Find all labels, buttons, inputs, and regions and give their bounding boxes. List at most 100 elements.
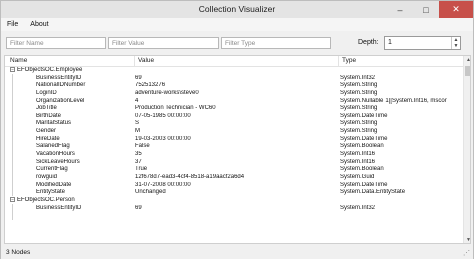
table-row[interactable]: BirthDate 07-05-1985 00:00:00 System.DateT… xyxy=(5,113,464,121)
cell-value: 37 xyxy=(135,158,142,165)
cell-type: System.Nullable`1[[System.Int16, mscor xyxy=(340,97,447,104)
cell-value: adventure-works\steve0 xyxy=(135,89,199,96)
maximize-button[interactable]: □ xyxy=(413,1,439,18)
cell-type: System.DateTime xyxy=(340,135,388,142)
cell-name: MaritalStatus xyxy=(36,120,72,127)
name-cell: VacationHours xyxy=(5,151,133,159)
cell-name: BirthDate xyxy=(36,112,62,119)
name-cell: NationalIDNumber xyxy=(5,82,133,90)
collection-grid: Name Value Type − EFObjectsOC.Employee Bus… xyxy=(4,55,471,244)
cell-value: 69 xyxy=(135,74,142,81)
table-row[interactable]: ModifiedDate 31-07-2008 00:00:00 System.Da… xyxy=(5,182,464,190)
tree-group-row[interactable]: − EFObjectsOC.Employee xyxy=(5,67,464,75)
name-cell: − EFObjectsOC.Employee xyxy=(5,67,133,75)
cell-value: 12f678d7-ead3-4cf4-8518-a19aacf2a6d4 xyxy=(135,173,245,180)
name-cell: SalariedFlag xyxy=(5,143,133,151)
cell-name: BusinessEntityID xyxy=(36,204,82,211)
cell-name: SalariedFlag xyxy=(36,143,70,150)
menu-about[interactable]: About xyxy=(24,18,54,31)
cell-type: System.Int32 xyxy=(340,74,376,81)
minimize-button[interactable]: – xyxy=(387,1,413,18)
cell-type: System.String xyxy=(340,105,378,112)
cell-type: System.String xyxy=(340,82,378,89)
scroll-up-icon[interactable]: ▲ xyxy=(464,56,470,65)
table-row[interactable]: MaritalStatus S System.String xyxy=(5,120,464,128)
cell-value: 4 xyxy=(135,97,139,104)
name-cell: BusinessEntityID xyxy=(5,75,133,83)
table-row[interactable]: BusinessEntityID 69 System.Int32 xyxy=(5,75,464,83)
table-row[interactable]: EntityState Unchanged System.Data.EntitySt… xyxy=(5,189,464,197)
cell-type: System.Int16 xyxy=(340,158,376,165)
table-row[interactable]: JobTitle Production Technician - WC60 Syst… xyxy=(5,105,464,113)
filter-type-input[interactable] xyxy=(221,37,331,49)
menu-bar: File About xyxy=(1,18,473,31)
table-row[interactable]: CurrentFlag True System.Boolean xyxy=(5,166,464,174)
cell-value: M xyxy=(135,128,140,135)
cell-value: Production Technician - WC60 xyxy=(135,105,216,112)
column-divider[interactable] xyxy=(338,56,339,67)
vertical-scrollbar[interactable]: ▲ ▼ xyxy=(463,56,470,243)
collapse-toggle-icon[interactable]: − xyxy=(10,196,15,202)
cell-name: rowguid xyxy=(36,173,58,180)
resize-grip-icon[interactable]: ⋰ xyxy=(463,249,470,257)
header-value[interactable]: Value xyxy=(138,57,154,64)
cell-value: S xyxy=(135,120,140,127)
cell-name: NationalIDNumber xyxy=(36,82,86,89)
filter-name-input[interactable] xyxy=(6,37,106,49)
header-name[interactable]: Name xyxy=(10,57,27,64)
cell-type: System.Boolean xyxy=(340,143,384,150)
name-cell: JobTitle xyxy=(5,105,133,113)
cell-name: Gender xyxy=(36,128,57,135)
cell-type: System.DateTime xyxy=(340,112,388,119)
scroll-thumb[interactable] xyxy=(465,66,470,76)
cell-name: EFObjectsOC.Employee xyxy=(17,67,83,74)
table-row[interactable]: OrganizationLevel 4 System.Nullable`1[[Sys… xyxy=(5,98,464,106)
table-row[interactable]: LoginID adventure-works\steve0 System.Stri… xyxy=(5,90,464,98)
cell-name: BusinessEntityID xyxy=(36,74,82,81)
table-row[interactable]: Gender M System.String xyxy=(5,128,464,136)
filter-value-input[interactable] xyxy=(108,37,219,49)
table-row[interactable]: VacationHours 35 System.Int16 xyxy=(5,151,464,159)
table-row[interactable]: NationalIDNumber 752513276 System.String xyxy=(5,82,464,90)
table-row[interactable]: HireDate 19-03-2003 00:00:00 System.DateTi… xyxy=(5,136,464,144)
title-bar[interactable]: Collection Visualizer – □ ✕ xyxy=(1,1,473,18)
table-row[interactable]: SalariedFlag False System.Boolean xyxy=(5,143,464,151)
name-cell: BirthDate xyxy=(5,113,133,121)
table-row[interactable]: SickLeaveHours 37 System.Int16 xyxy=(5,159,464,167)
column-divider[interactable] xyxy=(134,56,135,67)
cell-type: System.Guid xyxy=(340,173,375,180)
cell-value: 752513276 xyxy=(135,82,166,89)
cell-type: System.String xyxy=(340,89,378,96)
cell-value: 69 xyxy=(135,204,142,211)
scroll-down-icon[interactable]: ▼ xyxy=(464,236,470,243)
name-cell: − EFObjectsOC.Person xyxy=(5,196,133,205)
table-row[interactable]: rowguid 12f678d7-ead3-4cf4-8518-a19aacf2a… xyxy=(5,174,464,182)
depth-label: Depth: xyxy=(358,39,379,46)
cell-value: 35 xyxy=(135,151,142,158)
cell-name: HireDate xyxy=(36,135,60,142)
close-button[interactable]: ✕ xyxy=(439,1,473,18)
cell-value: 19-03-2003 00:00:00 xyxy=(135,135,191,142)
cell-value: Unchanged xyxy=(135,189,166,196)
name-cell: Gender xyxy=(5,128,133,136)
header-type[interactable]: Type xyxy=(342,57,356,64)
table-row[interactable]: BusinessEntityID 69 System.Int32 xyxy=(5,205,464,213)
depth-stepper[interactable]: 1 ▲ ▼ xyxy=(384,36,461,50)
cell-name: CurrentFlag xyxy=(36,166,68,173)
name-cell: BusinessEntityID xyxy=(5,205,133,213)
cell-value: 07-05-1985 00:00:00 xyxy=(135,112,191,119)
cell-type: System.DateTime xyxy=(340,181,388,188)
cell-type: System.Int32 xyxy=(340,204,376,211)
collapse-toggle-icon[interactable]: − xyxy=(10,67,15,72)
cell-name: JobTitle xyxy=(36,105,57,112)
name-cell: rowguid xyxy=(5,174,133,182)
spin-down-icon[interactable]: ▼ xyxy=(451,43,460,49)
cell-type: System.Data.EntityState xyxy=(340,189,406,196)
tree-group-row[interactable]: − EFObjectsOC.Person xyxy=(5,196,464,205)
status-bar: 3 Nodes ⋰ xyxy=(1,245,473,259)
collection-visualizer-window: Collection Visualizer – □ ✕ File About D… xyxy=(0,0,474,259)
depth-value[interactable]: 1 xyxy=(388,39,392,46)
cell-name: EntityState xyxy=(36,189,66,196)
cell-value: 31-07-2008 00:00:00 xyxy=(135,181,191,188)
menu-file[interactable]: File xyxy=(1,18,24,31)
